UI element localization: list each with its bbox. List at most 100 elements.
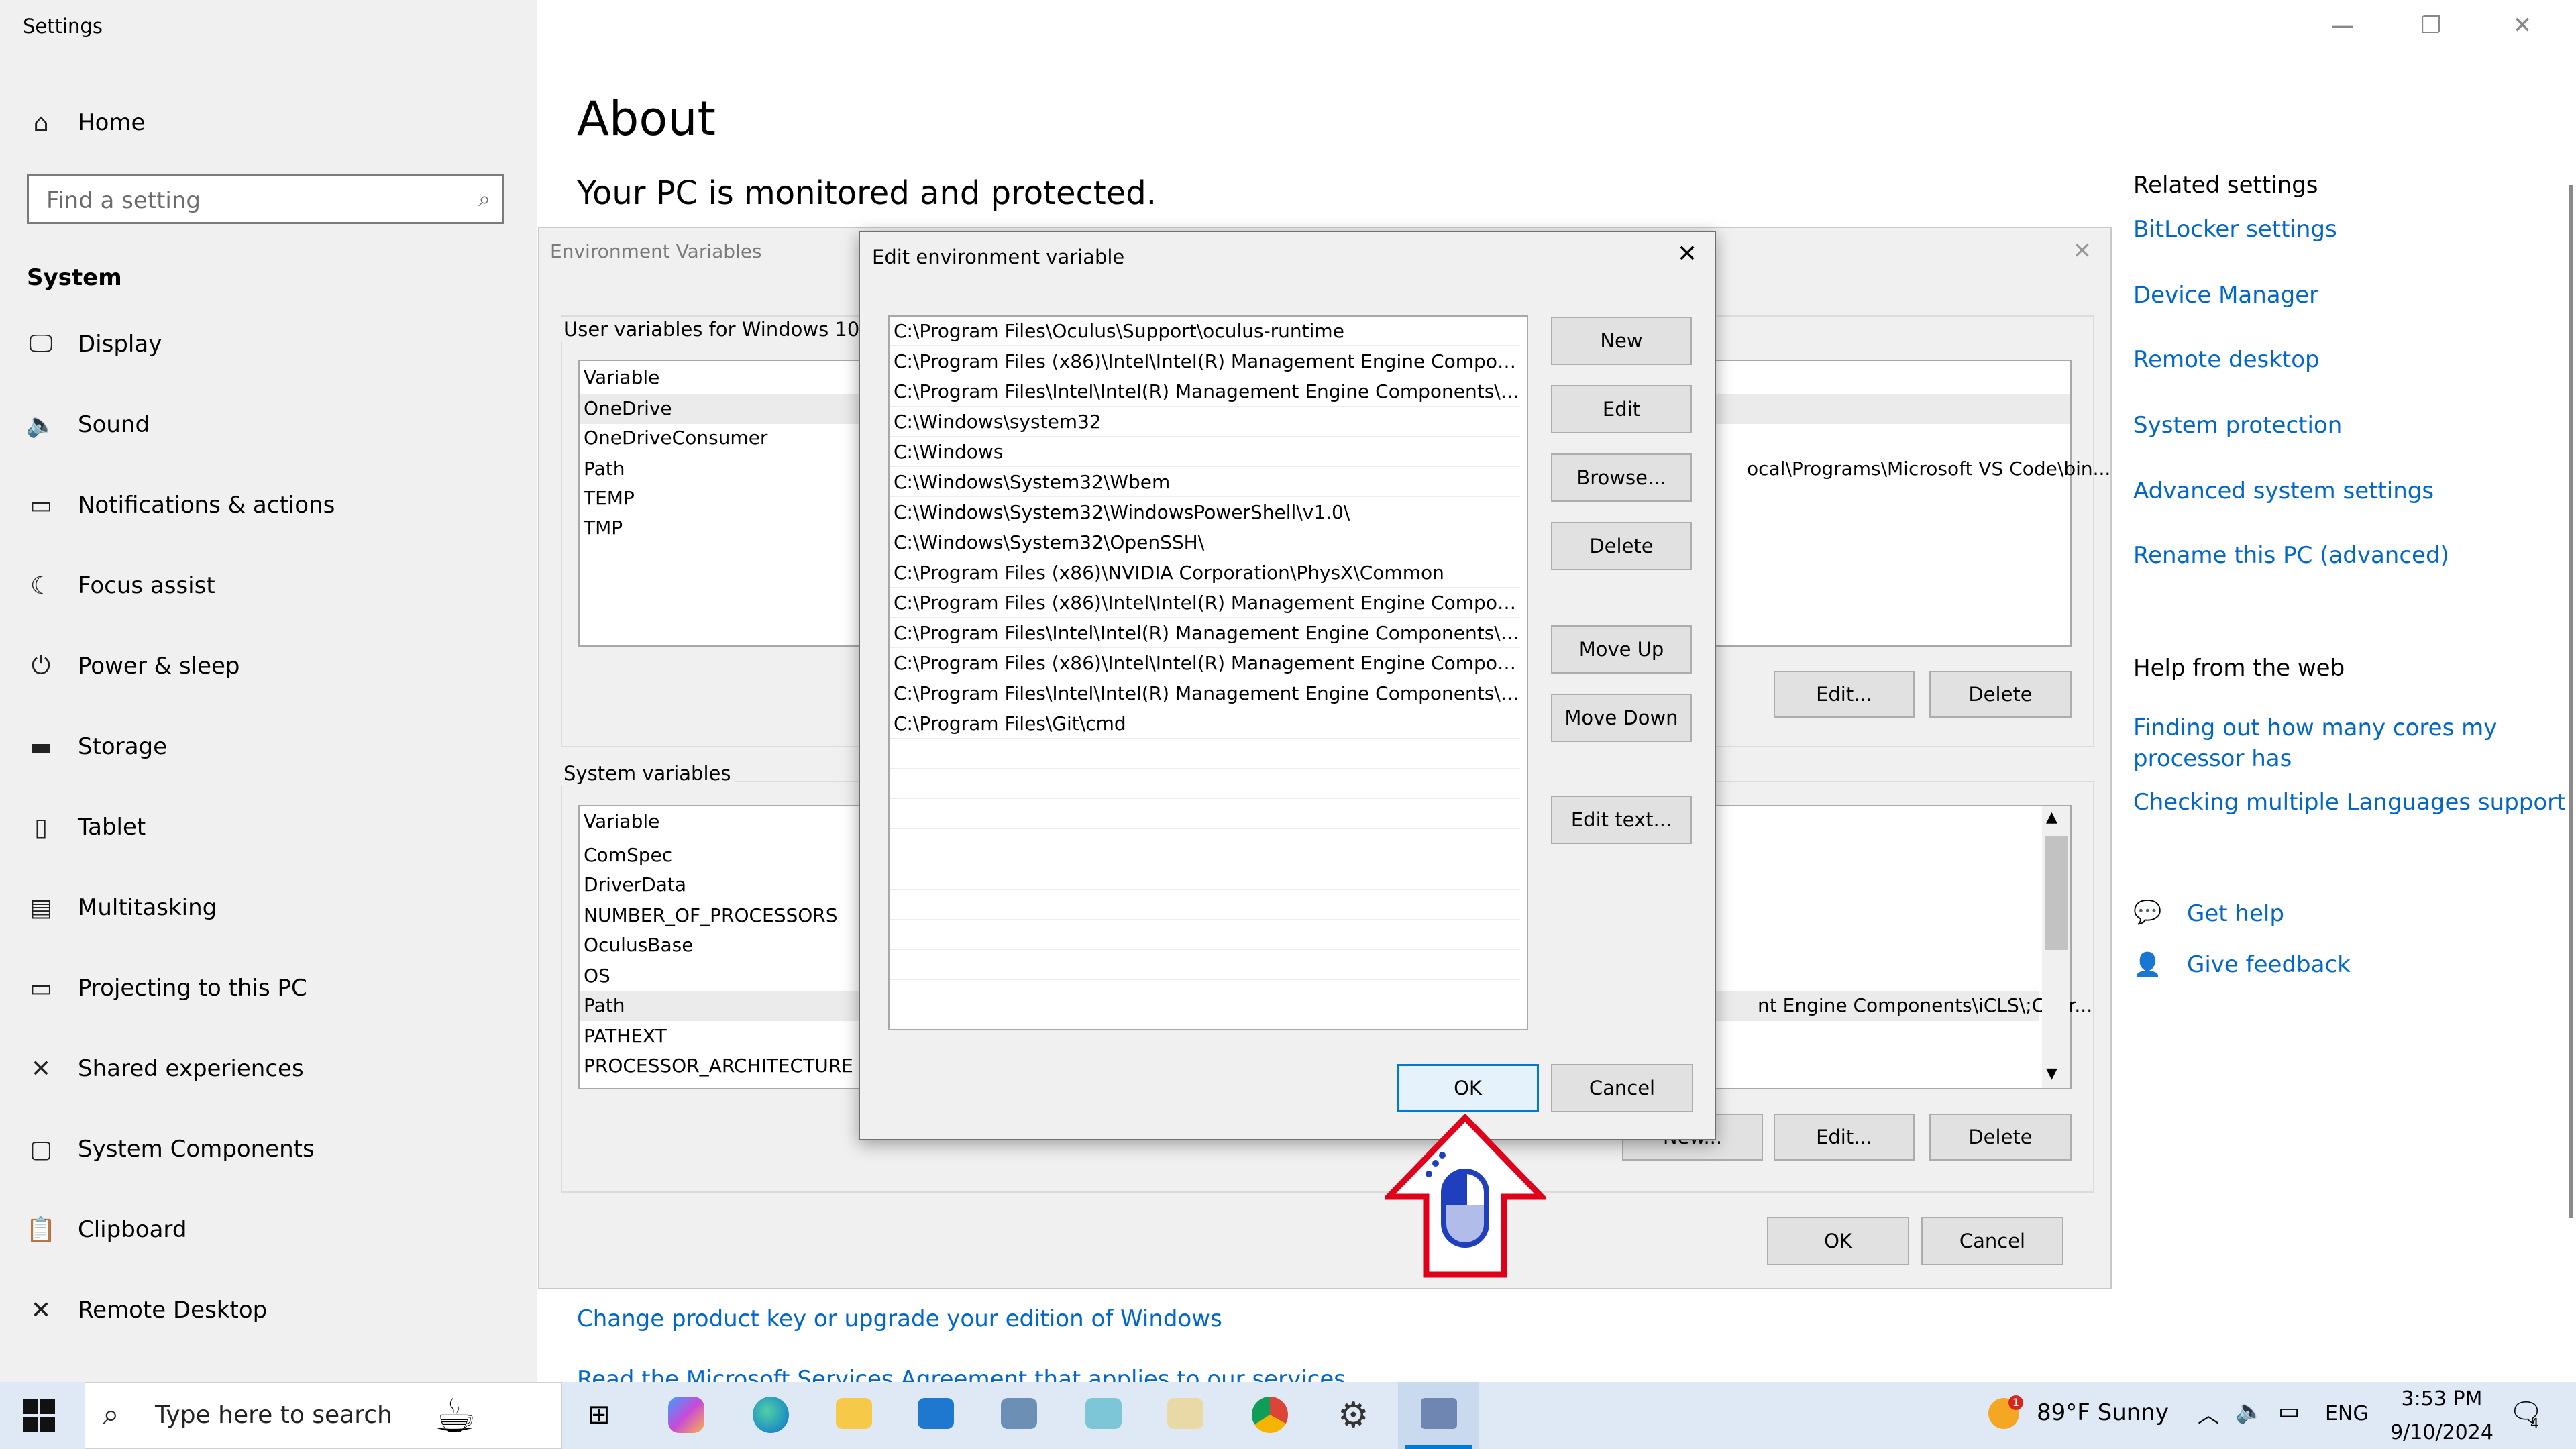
sidebar-item-clipboard[interactable]: 📋 Clipboard	[0, 1193, 537, 1267]
list-item[interactable]: OS	[584, 965, 610, 987]
scroll-thumb[interactable]	[2045, 836, 2068, 950]
sidebar-item-remote-desktop[interactable]: ✕ Remote Desktop	[0, 1273, 537, 1347]
sidebar-item-multitasking[interactable]: ▤ Multitasking	[0, 871, 537, 945]
path-entries-list[interactable]: C:\Program Files\Oculus\Support\oculus-r…	[888, 315, 1528, 1030]
sidebar-item-shared-experiences[interactable]: ✕ Shared experiences	[0, 1032, 537, 1106]
sidebar-item-display[interactable]: 🖵 Display	[0, 307, 537, 381]
file-explorer-icon[interactable]	[836, 1398, 872, 1429]
list-item[interactable]: Path	[584, 994, 625, 1016]
list-scrollbar[interactable]: ▲ ▼	[2042, 806, 2070, 1088]
chrome-icon[interactable]	[1252, 1397, 1288, 1433]
path-entry[interactable]: C:\Program Files (x86)\NVIDIA Corporatio…	[890, 558, 1520, 588]
taskbar-search-box[interactable]: ⌕ Type here to search ☕	[85, 1382, 562, 1449]
move-down-button[interactable]: Move Down	[1551, 694, 1692, 742]
notepad-icon[interactable]	[1085, 1398, 1122, 1429]
sidebar-item-projecting-to-this-pc[interactable]: ▭ Projecting to this PC	[0, 951, 537, 1025]
delete-path-button[interactable]: Delete	[1551, 522, 1692, 570]
get-help-link[interactable]: Get help	[2187, 900, 2284, 927]
cancel-button[interactable]: Cancel	[1551, 1064, 1693, 1112]
path-entry[interactable]: C:\Windows\System32\WindowsPowerShell\v1…	[890, 498, 1520, 527]
link-help-languages[interactable]: Checking multiple Languages support	[2133, 789, 2565, 816]
list-item[interactable]: DriverData	[584, 873, 686, 896]
list-item[interactable]: OculusBase	[584, 934, 693, 956]
user-edit-button[interactable]: Edit...	[1774, 671, 1915, 718]
path-entry[interactable]: C:\Windows	[890, 437, 1520, 467]
env-cancel-button[interactable]: Cancel	[1921, 1217, 2063, 1265]
link-advanced-system[interactable]: Advanced system settings	[2133, 478, 2434, 504]
system-edit-button[interactable]: Edit...	[1774, 1114, 1915, 1161]
list-item[interactable]: OneDriveConsumer	[584, 427, 767, 449]
change-product-key-link[interactable]: Change product key or upgrade your editi…	[577, 1305, 1222, 1332]
mail-icon[interactable]	[918, 1398, 954, 1429]
ok-button[interactable]: OK	[1397, 1064, 1539, 1112]
sidebar-item-power-sleep[interactable]: ⏻ Power & sleep	[0, 629, 537, 703]
link-device-manager[interactable]: Device Manager	[2133, 282, 2318, 309]
scroll-up-icon[interactable]: ▲	[2046, 809, 2057, 826]
task-view-icon[interactable]: ⊞	[588, 1399, 610, 1430]
path-entry[interactable]: C:\Program Files\Oculus\Support\oculus-r…	[890, 317, 1520, 346]
minimize-icon[interactable]: —	[2322, 12, 2363, 39]
active-app-highlight[interactable]	[1398, 1382, 1479, 1449]
network-icon[interactable]: ▭	[2278, 1398, 2300, 1425]
system-delete-button[interactable]: Delete	[1929, 1114, 2072, 1161]
browse-button[interactable]: Browse...	[1551, 453, 1692, 502]
path-entry[interactable]: C:\Program Files\Intel\Intel(R) Manageme…	[890, 619, 1520, 648]
sidebar-item-focus-assist[interactable]: ☾ Focus assist	[0, 549, 537, 623]
path-entry[interactable]: C:\Program Files (x86)\Intel\Intel(R) Ma…	[890, 347, 1520, 376]
scroll-down-icon[interactable]: ▼	[2046, 1065, 2057, 1082]
list-item[interactable]: Path	[584, 458, 625, 480]
windows-start-icon[interactable]	[23, 1399, 55, 1434]
link-help-cores[interactable]: Finding out how many cores my processor …	[2133, 712, 2509, 774]
find-setting-input[interactable]: Find a setting ⌕	[27, 174, 504, 224]
restore-icon[interactable]: ❐	[2411, 12, 2451, 39]
list-item[interactable]: OneDrive	[584, 397, 672, 419]
give-feedback-link[interactable]: Give feedback	[2187, 951, 2351, 978]
link-bitlocker[interactable]: BitLocker settings	[2133, 216, 2337, 243]
path-entry[interactable]: C:\Windows\System32\OpenSSH\	[890, 528, 1520, 557]
list-item[interactable]: ComSpec	[584, 844, 672, 866]
weather-text[interactable]: 89°F Sunny	[2037, 1399, 2169, 1426]
copilot-icon[interactable]	[668, 1397, 704, 1433]
path-entry[interactable]: C:\Program Files (x86)\Intel\Intel(R) Ma…	[890, 588, 1520, 618]
sidebar-item-tablet[interactable]: ▯ Tablet	[0, 790, 537, 864]
page-scrollbar[interactable]	[2569, 185, 2573, 1218]
close-icon[interactable]: ✕	[1677, 240, 1697, 268]
clock-date[interactable]: 9/10/2024	[2388, 1421, 2496, 1444]
env-ok-button[interactable]: OK	[1767, 1217, 1909, 1265]
user-delete-button[interactable]: Delete	[1929, 671, 2072, 718]
edit-path-button[interactable]: Edit	[1551, 385, 1692, 433]
path-entry[interactable]: C:\Windows\system32	[890, 407, 1520, 437]
edge-icon[interactable]	[753, 1397, 789, 1433]
chevron-up-icon[interactable]: ︿	[2198, 1398, 2219, 1429]
new-path-button[interactable]: New	[1551, 317, 1692, 365]
path-entry[interactable]: C:\Program Files\Intel\Intel(R) Manageme…	[890, 377, 1520, 407]
path-entry[interactable]: C:\Program Files (x86)\Intel\Intel(R) Ma…	[890, 649, 1520, 678]
sidebar-item-storage[interactable]: ▬ Storage	[0, 710, 537, 784]
network-app-icon[interactable]	[1001, 1398, 1037, 1429]
list-item[interactable]: TEMP	[584, 487, 635, 509]
move-up-button[interactable]: Move Up	[1551, 625, 1692, 674]
close-icon[interactable]: ✕	[2502, 12, 2542, 39]
paint-icon[interactable]	[1167, 1398, 1203, 1429]
close-icon[interactable]: ✕	[2073, 237, 2092, 264]
link-rename-pc[interactable]: Rename this PC (advanced)	[2133, 542, 2449, 569]
link-system-protection[interactable]: System protection	[2133, 412, 2342, 439]
path-entry[interactable]: C:\Program Files\Intel\Intel(R) Manageme…	[890, 679, 1520, 708]
clock-time[interactable]: 3:53 PM	[2388, 1387, 2496, 1411]
task-view-icon[interactable]	[576, 0, 636, 67]
sidebar-item-system-components[interactable]: ▢ System Components	[0, 1112, 537, 1186]
path-entry[interactable]: C:\Windows\System32\Wbem	[890, 468, 1520, 497]
list-item[interactable]: TMP	[584, 517, 623, 539]
volume-icon[interactable]: 🔈	[2235, 1398, 2263, 1425]
nav-home[interactable]: ⌂ Home	[0, 86, 537, 160]
language-indicator[interactable]: ENG	[2325, 1402, 2369, 1426]
sidebar-item-sound[interactable]: 🔈 Sound	[0, 388, 537, 462]
list-item[interactable]: NUMBER_OF_PROCESSORS	[584, 904, 838, 926]
settings-gear-icon[interactable]: ⚙	[1338, 1395, 1369, 1436]
path-entry[interactable]: C:\Program Files\Git\cmd	[890, 709, 1520, 739]
list-item[interactable]: PROCESSOR_ARCHITECTURE	[584, 1055, 853, 1077]
link-remote-desktop[interactable]: Remote desktop	[2133, 346, 2320, 373]
list-item[interactable]: PATHEXT	[584, 1025, 667, 1047]
edit-text-button[interactable]: Edit text...	[1551, 796, 1692, 844]
sidebar-item-notifications-actions[interactable]: ▭ Notifications & actions	[0, 468, 537, 542]
